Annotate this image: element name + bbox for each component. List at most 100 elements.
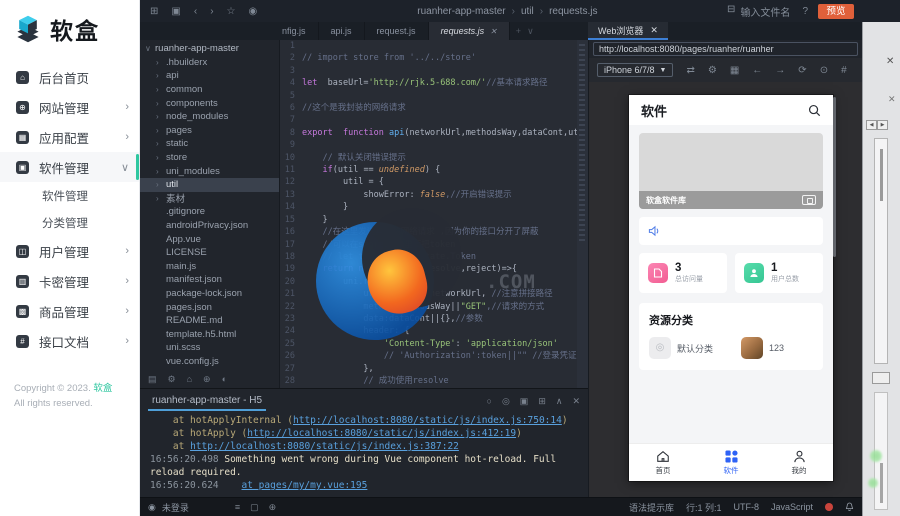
tabbar-mine[interactable]: 我的 — [765, 444, 833, 481]
outline-icon[interactable]: ≡ — [235, 502, 240, 513]
submenu-item-category-manage[interactable]: 分类管理 — [0, 209, 139, 236]
code-line[interactable]: 25 'Content-Type': 'application/json' — [280, 338, 588, 350]
close-icon[interactable]: ✕ — [572, 396, 580, 407]
collapse-icon[interactable]: ∧ — [556, 396, 563, 407]
menu-item-app-config[interactable]: ▦ 应用配置 › — [0, 122, 139, 152]
stat-card-users[interactable]: 1 用户总数 — [735, 253, 823, 293]
viewport-scrollbar[interactable] — [833, 97, 836, 257]
tree-file[interactable]: vue.config.js — [140, 355, 279, 369]
close-icon[interactable]: ✕ — [888, 94, 896, 105]
code-line[interactable]: 24 header: { — [280, 325, 588, 337]
code-line[interactable]: 27 }, — [280, 363, 588, 375]
code-line[interactable]: 5 — [280, 90, 588, 102]
tree-folder[interactable]: › node_modules — [140, 110, 279, 124]
record-icon[interactable]: ◎ — [502, 396, 510, 407]
code-line[interactable]: 6//这个是我封装的网络请求 — [280, 102, 588, 114]
code-line[interactable]: 4 let baseUrl='http://rjk.5-688.com/'//基本… — [280, 77, 588, 89]
tree-folder[interactable]: › util — [140, 177, 279, 192]
stack-trace-link[interactable]: at pages/my/my.vue:195 — [242, 480, 368, 491]
tree-file[interactable]: pages.json — [140, 300, 279, 314]
login-status[interactable]: ◉ 未登录 — [148, 501, 189, 514]
code-line[interactable]: 11 if (util == undefined) { — [280, 164, 588, 176]
cursor-position[interactable]: 行:1 列:1 — [686, 501, 722, 514]
tree-file[interactable]: LICENSE — [140, 246, 279, 260]
menu-item-cardkeys[interactable]: ▥ 卡密管理 › — [0, 266, 139, 296]
tab-config-js[interactable]: nfig.js — [270, 22, 319, 40]
plus-icon[interactable]: + — [516, 26, 521, 36]
menu-item-dashboard[interactable]: ⌂ 后台首页 — [0, 62, 139, 92]
stop-icon[interactable]: ▣ — [520, 396, 529, 407]
settings-icon[interactable]: ⚙ — [708, 65, 717, 76]
files-icon[interactable]: ▤ — [148, 374, 157, 385]
tree-root[interactable]: ∨ ruanher-app-master — [140, 42, 279, 56]
close-icon[interactable]: ✕ — [650, 25, 658, 36]
menu-item-users[interactable]: ◫ 用户管理 › — [0, 236, 139, 266]
scrollbar-button[interactable] — [872, 372, 890, 384]
breadcrumb-project[interactable]: ruanher-app-master — [417, 6, 505, 17]
close-icon[interactable]: ✕ — [886, 56, 894, 67]
refresh-icon[interactable]: ⟳ — [798, 65, 806, 76]
submenu-item-software-manage[interactable]: 软件管理 — [0, 182, 139, 209]
run-icon[interactable]: ◉ — [249, 6, 258, 17]
code-line[interactable]: 12 util = { — [280, 176, 588, 188]
nav-back-icon[interactable]: ← — [752, 65, 762, 76]
category-123[interactable]: 123 — [741, 337, 784, 359]
menu-item-goods[interactable]: ▩ 商品管理 › — [0, 296, 139, 326]
code-line[interactable]: 1 — [280, 40, 588, 52]
tree-folder[interactable]: › components — [140, 96, 279, 110]
chevron-down-icon[interactable]: ∨ — [527, 26, 534, 37]
tabbar-home[interactable]: 首页 — [629, 444, 697, 481]
tree-file[interactable]: manifest.json — [140, 273, 279, 287]
error-badge-icon[interactable] — [825, 503, 833, 511]
console-output[interactable]: at hotApplyInternal (http://localhost:80… — [140, 413, 588, 492]
breadcrumb-file[interactable]: requests.js — [549, 6, 597, 17]
syntax-lib-label[interactable]: 语法提示库 — [629, 501, 674, 514]
tree-folder[interactable]: › 素材 — [140, 192, 279, 206]
tab-web-browser[interactable]: Web浏览器 ✕ — [588, 22, 668, 40]
globe-icon[interactable]: ⊕ — [269, 502, 277, 513]
code-line[interactable]: 14 } — [280, 201, 588, 213]
tree-folder[interactable]: › static — [140, 137, 279, 151]
export-icon[interactable]: ⊞ — [538, 396, 546, 407]
globe-icon[interactable]: ◐ — [222, 374, 227, 384]
stack-trace-link[interactable]: http://localhost:8080/static/js/index.js… — [247, 428, 516, 439]
banner-image[interactable]: 软盒软件库 — [639, 133, 823, 209]
code-line[interactable]: 7 — [280, 114, 588, 126]
url-input[interactable]: http://localhost:8080/pages/ruanher/ruan… — [593, 42, 858, 56]
console-tab[interactable]: ruanher-app-master - H5 — [148, 392, 267, 411]
menu-item-software[interactable]: ▣ 软件管理 ∨ — [0, 152, 139, 182]
screenshot-icon[interactable]: ▦ — [730, 65, 739, 76]
tree-file[interactable]: package-lock.json — [140, 287, 279, 301]
file-search[interactable]: ⊟ 输入文件名 — [727, 4, 790, 19]
encoding-label[interactable]: UTF-8 — [733, 502, 759, 512]
help-icon[interactable]: ? — [802, 6, 808, 17]
preview-button[interactable]: 预览 — [818, 3, 854, 19]
clock-icon[interactable]: ○ — [487, 396, 492, 407]
code-line[interactable]: 2// import store from '../../store' — [280, 52, 588, 64]
search-icon[interactable] — [808, 104, 821, 117]
star-icon[interactable]: ☆ — [227, 6, 236, 17]
lock-icon[interactable]: ⊙ — [820, 65, 828, 76]
forward-icon[interactable]: › — [210, 6, 213, 17]
menu-item-site[interactable]: ⊕ 网站管理 › — [0, 92, 139, 122]
tree-folder[interactable]: › api — [140, 69, 279, 83]
panel-icon[interactable]: ▢ — [250, 502, 259, 513]
tab-overflow[interactable]: + ∨ — [510, 22, 540, 40]
tab-requests-js[interactable]: requests.js ✕ — [428, 22, 510, 40]
tree-file[interactable]: main.js — [140, 260, 279, 274]
code-line[interactable]: 3 — [280, 65, 588, 77]
code-line[interactable]: 8 export function api (networkUrl,methodsW… — [280, 127, 588, 139]
code-line[interactable]: 26 // 'Authorization':token||"" //登录凭证 — [280, 350, 588, 362]
tree-folder[interactable]: › uni_modules — [140, 164, 279, 178]
notice-bar[interactable] — [639, 217, 823, 245]
tree-file[interactable]: template.h5.html — [140, 327, 279, 341]
tree-file[interactable]: uni.scss — [140, 341, 279, 355]
close-icon[interactable]: ✕ — [490, 27, 497, 36]
home-icon[interactable]: ⌂ — [187, 374, 192, 384]
search-icon[interactable]: ⊕ — [203, 374, 211, 385]
devices-grid-icon[interactable]: # — [841, 65, 847, 76]
category-default[interactable]: ◎ 默认分类 — [649, 337, 713, 359]
save-icon[interactable]: ▣ — [171, 6, 180, 17]
back-icon[interactable]: ‹ — [194, 6, 197, 17]
tree-file[interactable]: README.md — [140, 314, 279, 328]
